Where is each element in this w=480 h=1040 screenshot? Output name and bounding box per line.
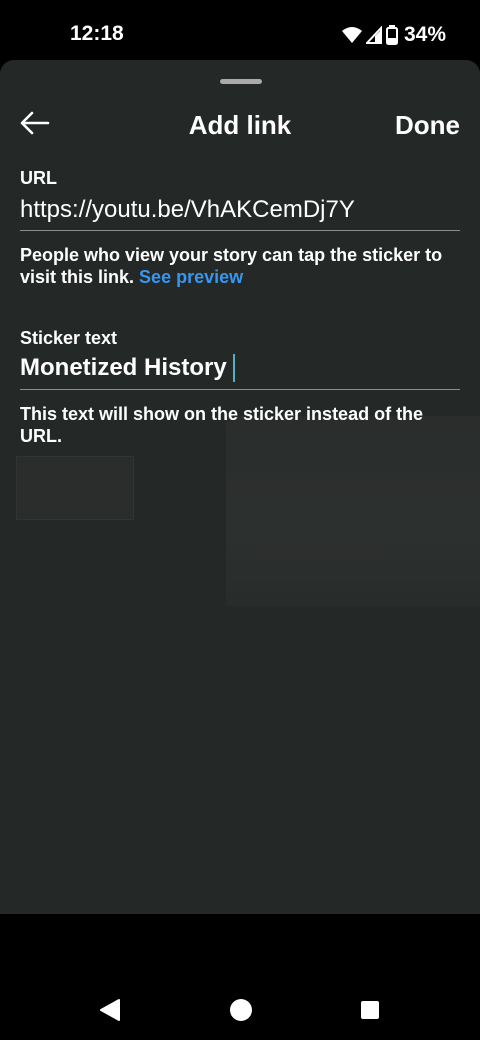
battery-percentage: 34% [403,23,446,46]
url-label: URL [20,168,57,188]
wifi-icon [341,27,362,43]
status-time: 12:18 [70,22,124,45]
url-underline [20,230,460,231]
back-triangle-icon[interactable] [99,998,121,1022]
battery-icon [385,25,398,45]
text-caret [232,354,235,382]
done-button[interactable]: Done [395,110,460,141]
status-icons: 34% [341,22,446,48]
url-helper-text: People who view your story can tap the s… [20,244,460,288]
sticker-text-label: Sticker text [20,328,118,348]
url-input[interactable]: https://youtu.be/VhAKCemDj7Y [20,196,460,224]
drag-handle[interactable] [220,79,262,84]
signal-icon [365,26,382,44]
status-bar: 12:18 34% [0,0,480,60]
sticker-text-value: Monetized History [20,354,227,381]
home-circle-icon[interactable] [229,998,253,1022]
background-story-thumbnail [16,456,134,520]
see-preview-link[interactable]: See preview [139,267,243,287]
sticker-text-underline [20,389,460,390]
sticker-text-input[interactable]: Monetized History [20,354,460,382]
sticker-helper-text: This text will show on the sticker inste… [20,404,424,446]
add-link-sheet: Add link Done URL https://youtu.be/VhAKC… [0,60,480,914]
navigation-bar [0,914,480,1040]
recents-square-icon[interactable] [360,1000,380,1020]
